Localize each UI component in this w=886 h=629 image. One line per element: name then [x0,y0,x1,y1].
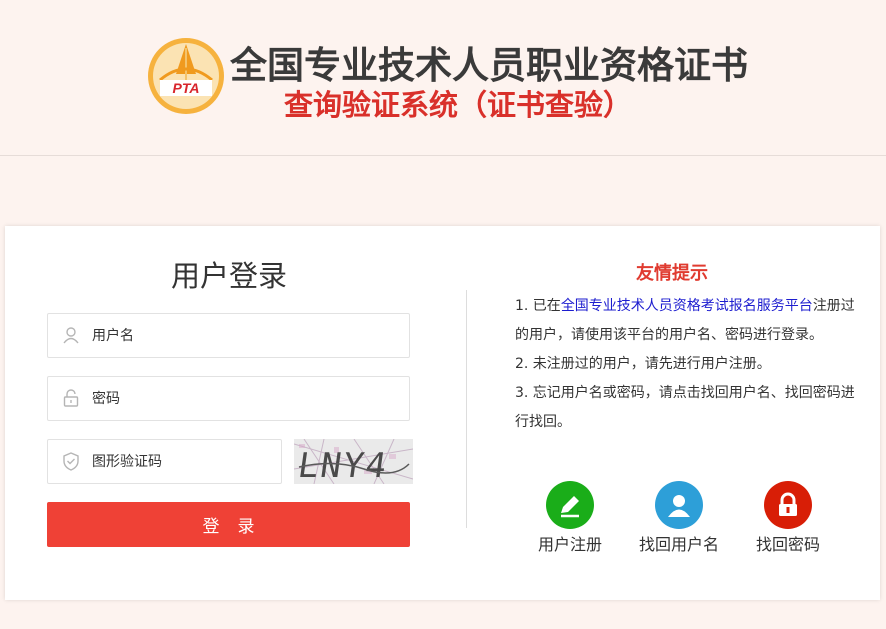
tips-list: 1. 已在全国专业技术人员资格考试报名服务平台注册过的用户，请使用该平台的用户名… [515,292,865,437]
tips-title: 友情提示 [636,263,708,284]
pencil-icon [546,481,594,529]
vertical-divider [466,290,467,528]
user-icon [655,481,703,529]
username-input[interactable] [92,322,392,349]
register-button[interactable]: 用户注册 [520,481,620,555]
lock-icon [764,481,812,529]
pta-logo: PTA [148,38,224,114]
header: PTA 全国专业技术人员职业资格证书 查询验证系统（证书查验） [0,0,886,156]
login-button[interactable]: 登录 [47,502,410,547]
tip-item-2: 2. 未注册过的用户，请先进行用户注册。 [515,356,771,372]
password-input[interactable] [92,385,392,412]
username-field[interactable] [47,313,410,358]
login-title: 用户登录 [171,259,288,293]
retrieve-username-button[interactable]: 找回用户名 [629,481,729,555]
shield-check-icon [63,452,79,471]
tip-item-1: 1. 已在全国专业技术人员资格考试报名服务平台注册过的用户，请使用该平台的用户名… [515,298,855,343]
retrieve-password-button[interactable]: 找回密码 [738,481,838,555]
captcha-image[interactable]: LNY4 [294,439,413,484]
captcha-field[interactable] [47,439,282,484]
captcha-input[interactable] [92,448,272,475]
page-title: 全国专业技术人员职业资格证书 [230,44,748,87]
page-subtitle: 查询验证系统（证书查验） [284,88,633,122]
lock-outline-icon [63,389,79,407]
svg-text:PTA: PTA [173,80,200,96]
password-field[interactable] [47,376,410,421]
registration-platform-link[interactable]: 全国专业技术人员资格考试报名服务平台 [561,298,813,314]
login-card: 用户登录 LNY4 [5,226,880,600]
user-outline-icon [63,327,79,344]
tip-item-3: 3. 忘记用户名或密码，请点击找回用户名、找回密码进行找回。 [515,385,855,430]
